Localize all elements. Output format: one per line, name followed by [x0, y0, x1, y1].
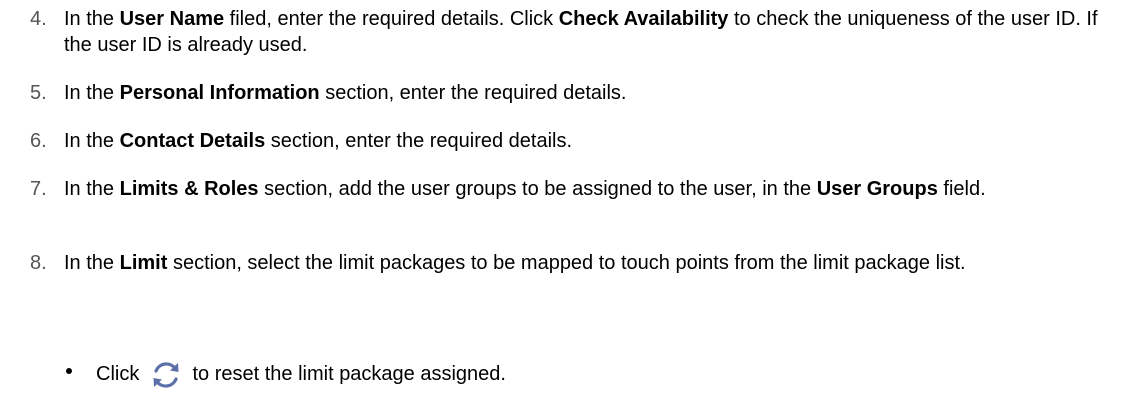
- step-number: 7.: [30, 178, 47, 200]
- step-text: In the Personal Information section, ent…: [64, 82, 627, 104]
- step-text: In the Limit section, select the limit p…: [64, 252, 966, 274]
- user-name-term: User Name: [119, 8, 225, 30]
- limits-roles-term: Limits & Roles: [119, 178, 259, 200]
- personal-information-term: Personal Information: [119, 82, 320, 104]
- step-number: 5.: [30, 82, 47, 104]
- check-availability-term: Check Availability: [558, 8, 729, 30]
- step-text: In the Limits & Roles section, add the u…: [64, 178, 986, 200]
- step-text: In the User Name filed, enter the requir…: [64, 8, 1098, 56]
- document-page: 4. In the User Name filed, enter the req…: [0, 0, 1125, 398]
- bullet-item: Click to reset the limit package assigne…: [0, 350, 1110, 390]
- bullet-dot: [66, 368, 72, 374]
- limit-term: Limit: [119, 252, 168, 274]
- step-text: In the Contact Details section, enter th…: [64, 130, 573, 152]
- user-groups-term: User Groups: [816, 178, 938, 200]
- step-number: 4.: [30, 8, 47, 30]
- bullet-text: Click to reset the limit package assigne…: [96, 358, 506, 392]
- refresh-icon: [149, 358, 183, 392]
- step-number: 8.: [30, 252, 47, 274]
- step-number: 6.: [30, 130, 47, 152]
- contact-details-term: Contact Details: [119, 130, 266, 152]
